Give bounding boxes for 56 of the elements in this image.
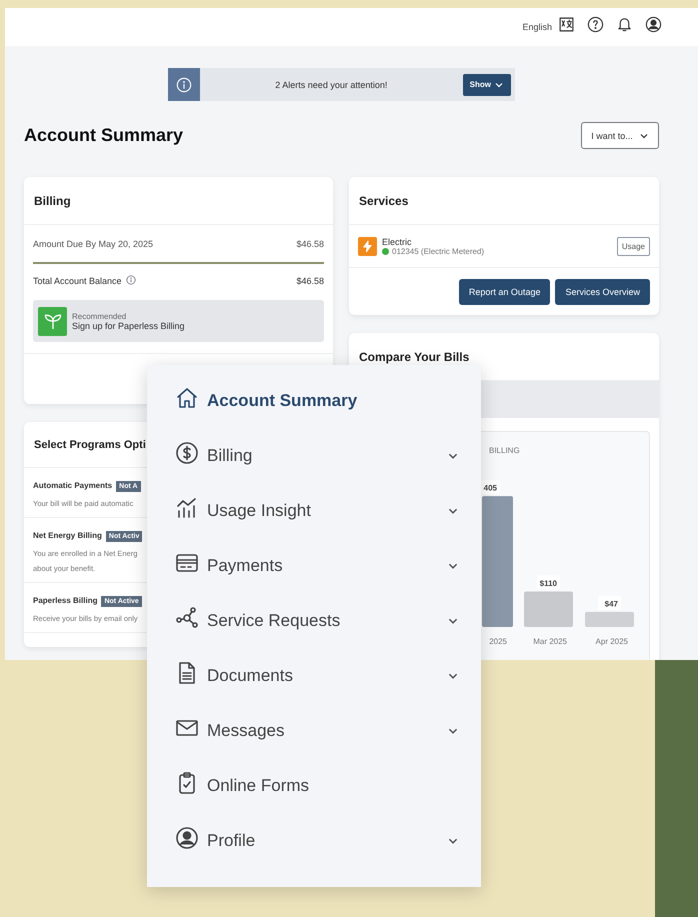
paperless-promo[interactable]: Recommended Sign up for Paperless Billing [33, 300, 324, 342]
help-icon [587, 16, 604, 33]
program-name: Automatic Payments [33, 481, 112, 490]
chart-title: BILLING [489, 446, 520, 455]
axis-label: Mar 2025 [533, 637, 567, 646]
amount: $46.58 [296, 238, 324, 248]
menu-item[interactable]: Documents [147, 648, 481, 703]
user-icon [175, 826, 199, 850]
menu-item[interactable]: Account Summary [147, 373, 481, 428]
menu-item[interactable]: Profile [147, 813, 481, 868]
network-icon [175, 606, 199, 630]
bar [585, 612, 634, 627]
menu-item[interactable]: Billing [147, 428, 481, 483]
axis-label: Apr 2025 [596, 637, 628, 646]
data-label: $47 [604, 599, 619, 608]
service-action-button[interactable]: Services Overview [555, 279, 650, 305]
alert-message: 2 Alerts need your attention! [274, 80, 388, 90]
account-number: 012345 (Electric Metered) [392, 246, 484, 256]
lightning-icon [361, 240, 374, 252]
bar [524, 591, 573, 627]
language-label[interactable]: English [522, 22, 552, 32]
info-icon [176, 76, 192, 92]
credit-card-icon [175, 551, 199, 575]
value-label: $47 [598, 596, 621, 610]
data-label: $110 [540, 578, 558, 588]
menu-item[interactable]: Online Forms [147, 758, 481, 813]
show-button[interactable]: Show [462, 74, 511, 96]
dollar-icon [175, 441, 199, 465]
page-title: Account Summary [24, 125, 184, 146]
user-icon [645, 16, 662, 33]
service-name: Electric [382, 236, 413, 246]
menu-item[interactable]: Messages [147, 703, 481, 758]
value-label: $110 [537, 575, 560, 590]
usage-button[interactable]: Usage [616, 236, 650, 256]
card-title: Compare Your Bills [359, 350, 470, 364]
translate-icon [558, 16, 575, 33]
card-title: Services [359, 194, 408, 208]
axis-label: 2025 [489, 637, 507, 646]
balance-label: Amount Due By May 20, 2025 [33, 238, 154, 248]
action-dropdown[interactable]: I want to... [581, 122, 659, 149]
promo-caption: Recommended [72, 312, 128, 320]
data-label: 405 [484, 484, 498, 493]
chart-icon [175, 496, 199, 520]
bell-icon [616, 16, 633, 33]
menu-item[interactable]: Service Requests [147, 593, 481, 648]
promo-text: Sign up for Paperless Billing [72, 320, 185, 330]
card-title: Select Programs Opti [34, 438, 146, 450]
home-icon [175, 386, 199, 410]
balance-label: Total Account Balance [33, 276, 122, 286]
program-name: Paperless Billing [33, 596, 98, 605]
menu-item[interactable]: Payments [147, 538, 481, 593]
amount: $46.58 [296, 276, 324, 286]
program-name: Net Energy Billing [33, 531, 102, 540]
card-title: Billing [34, 194, 71, 208]
service-action-button[interactable]: Report an Outage [458, 279, 550, 305]
info-icon [126, 275, 136, 285]
